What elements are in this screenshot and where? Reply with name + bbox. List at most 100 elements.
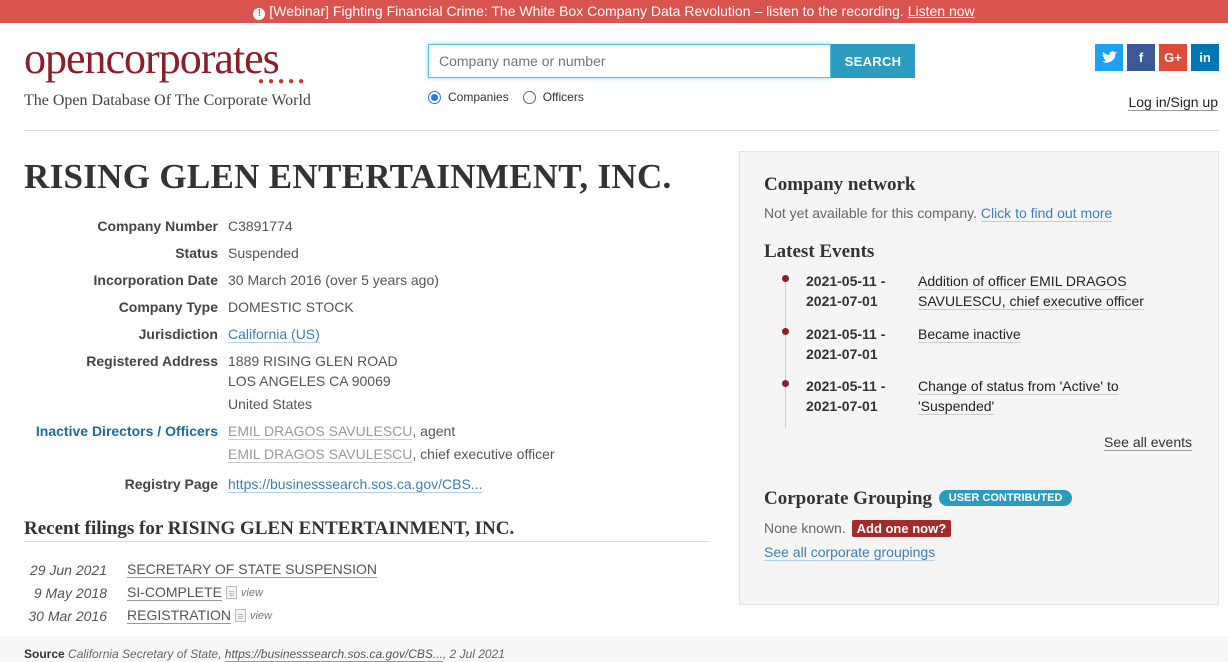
event-description-link[interactable]: Addition of officer EMIL DRAGOS SAVULESCU… [918,271,1158,311]
view-document-link[interactable]: view [250,610,272,622]
timeline-dot-icon [782,380,789,387]
company-type-label: Company Type [118,299,218,315]
radio-companies-dot[interactable] [428,90,441,104]
event-item: 2021-05-11 -2021-07-01 Change of status … [780,376,1200,416]
source-link[interactable]: https://businesssearch.sos.ca.gov/CBS... [224,647,443,662]
event-date: 2021-05-11 -2021-07-01 [806,273,886,309]
radio-officers-dot[interactable] [522,90,536,104]
find-out-more-link[interactable]: Click to find out more [980,205,1113,222]
logo-dots: ●●●●● [258,76,309,87]
recent-filings-heading: Recent filings for RISING GLEN ENTERTAIN… [24,518,515,539]
event-description-link[interactable]: Became inactive [918,324,1158,364]
company-number-label: Company Number [97,218,218,234]
status-row: Status Suspended [24,243,714,263]
network-status: Not yet available for this company. Clic… [764,205,1113,222]
see-all-groupings-link[interactable]: See all corporate groupings [764,544,936,561]
announcement-banner: ! [Webinar] Fighting Financial Crime: The… [0,0,1228,23]
officer-role: , chief executive officer [412,446,555,462]
registry-page-link[interactable]: https://businesssearch.sos.ca.gov/CBS... [228,476,483,493]
registered-address-row: Registered Address 1889 RISING GLEN ROAD… [24,351,714,414]
filing-row: 30 Mar 2016 REGISTRATION view [24,604,377,627]
radio-officers-label: Officers [542,90,584,104]
company-number-row: Company Number C3891774 [24,216,714,236]
event-date: 2021-05-11 -2021-07-01 [806,326,886,362]
radio-companies[interactable]: Companies [428,90,509,104]
address-country: United States [228,396,313,412]
filing-title-link[interactable]: REGISTRATION [127,607,231,624]
see-all-events-link[interactable]: See all events [1104,434,1192,451]
inactive-officers-link[interactable]: Inactive Directors / Officers [24,421,228,467]
officer-item: EMIL DRAGOS SAVULESCU, agent [228,421,555,441]
status-label: Status [175,245,218,261]
event-description-link[interactable]: Change of status from 'Active' to 'Suspen… [918,376,1158,416]
officer-link[interactable]: EMIL DRAGOS SAVULESCU [228,423,413,440]
radio-officers[interactable]: Officers [522,90,584,104]
filing-date: 30 Mar 2016 [28,607,107,624]
address-line-2: LOS ANGELES CA 90069 [228,373,391,389]
filings-list: 29 Jun 2021 SECRETARY OF STATE SUSPENSIO… [24,558,377,627]
see-all-groupings-row: See all corporate groupings [764,544,936,561]
company-type-value: DOMESTIC STOCK [228,299,354,315]
latest-events-heading: Latest Events [764,241,875,262]
filing-title-link[interactable]: SI-COMPLETE [127,584,222,601]
view-document-link[interactable]: view [241,587,263,599]
search-input[interactable] [428,44,831,78]
twitter-icon[interactable] [1095,44,1123,71]
social-links: f G+ in [1095,44,1219,71]
add-one-now-button[interactable]: Add one now? [851,520,952,537]
none-known-text: None known. [764,520,846,536]
registered-address-value: 1889 RISING GLEN ROAD LOS ANGELES CA 900… [228,351,398,414]
logo-open-text: open [24,34,107,83]
source-text: California Secretary of State, [68,647,222,661]
linkedin-icon[interactable]: in [1191,44,1219,71]
login-signup-link[interactable]: Log in/Sign up [1128,94,1218,111]
filing-row: 29 Jun 2021 SECRETARY OF STATE SUSPENSIO… [24,558,377,581]
logo[interactable]: opencorporates [24,34,280,83]
document-icon[interactable] [225,586,237,599]
corporate-grouping-heading: Corporate Grouping USER CONTRIBUTED [764,488,1073,510]
timeline-dot-icon [782,328,789,335]
filing-title-link[interactable]: SECRETARY OF STATE SUSPENSION [127,561,377,578]
source-date: , 2 Jul 2021 [442,647,505,661]
filing-date: 29 Jun 2021 [29,561,107,578]
officers-row: Inactive Directors / Officers EMIL DRAGO… [24,421,714,467]
registry-page-row: Registry Page https://businesssearch.sos… [24,474,714,494]
user-contributed-badge: USER CONTRIBUTED [938,490,1073,506]
source-label: Source [24,647,65,661]
facebook-icon[interactable]: f [1127,44,1155,71]
sidebar-panel: Company network Not yet available for th… [739,151,1219,605]
document-icon[interactable] [234,609,246,622]
officers-list: EMIL DRAGOS SAVULESCU, agent EMIL DRAGOS… [228,421,555,467]
event-date: 2021-05-11 -2021-07-01 [806,378,886,414]
company-type-row: Company Type DOMESTIC STOCK [24,297,714,317]
officer-role: , agent [412,423,456,439]
company-attributes: Company Number C3891774 Status Suspended… [24,216,714,501]
logo-corporates-text: corporates [105,34,280,83]
registered-address-label: Registered Address [86,353,218,369]
search-bar: SEARCH [428,44,915,78]
radio-companies-label: Companies [448,90,509,104]
search-type-radios: Companies Officers [428,90,584,104]
incorporation-date-label: Incorporation Date [93,272,218,288]
header-divider [24,130,1219,131]
tagline: The Open Database Of The Corporate World [24,92,311,109]
network-status-text: Not yet available for this company. [764,205,977,221]
exclamation-circle-icon: ! [253,8,266,20]
jurisdiction-row: Jurisdiction California (US) [24,324,714,344]
google-plus-icon[interactable]: G+ [1159,44,1187,71]
source-line: Source California Secretary of State, ht… [0,636,1228,662]
corporate-grouping-title: Corporate Grouping [764,488,933,509]
listen-now-link[interactable]: Listen now [908,3,975,19]
incorporation-date-value: 30 March 2016 (over 5 years ago) [228,272,439,288]
registry-page-label: Registry Page [124,476,218,492]
officer-link[interactable]: EMIL DRAGOS SAVULESCU [228,446,413,463]
company-number-value: C3891774 [228,218,293,234]
address-line-1: 1889 RISING GLEN ROAD [228,353,398,369]
search-button[interactable]: SEARCH [831,44,915,78]
event-item: 2021-05-11 -2021-07-01 Addition of offic… [780,271,1200,311]
jurisdiction-label: Jurisdiction [138,326,218,342]
company-network-heading: Company network [764,174,916,195]
status-value: Suspended [228,245,299,261]
filings-divider [24,541,710,542]
jurisdiction-link[interactable]: California (US) [228,326,320,343]
